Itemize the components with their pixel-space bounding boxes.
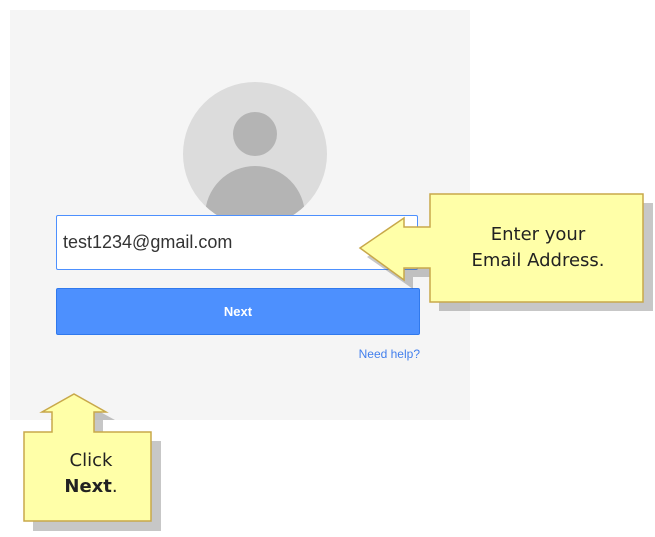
email-callout-text: Enter your Email Address. (434, 222, 642, 274)
next-callout-text: Click Next. (28, 448, 154, 500)
email-callout-line2: Email Address. (471, 250, 605, 271)
next-callout-end: . (111, 476, 118, 497)
next-callout-bold: Next (64, 476, 112, 497)
email-callout: Enter your Email Address. (358, 192, 655, 314)
avatar-head (233, 112, 277, 156)
avatar-icon (183, 82, 327, 226)
next-callout-line1: Click (69, 450, 113, 471)
need-help-link[interactable]: Need help? (359, 347, 420, 361)
email-callout-line1: Enter your (490, 224, 586, 245)
next-callout: Click Next. (22, 392, 170, 532)
